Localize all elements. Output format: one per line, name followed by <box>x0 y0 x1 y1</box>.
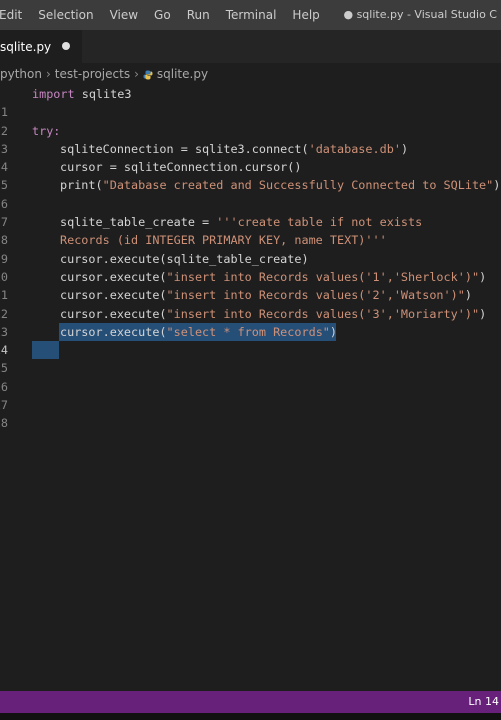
code-token: print( <box>60 178 103 193</box>
menu-view[interactable]: View <box>102 8 146 22</box>
breadcrumb: python › test-projects › sqlite.py <box>0 63 501 85</box>
breadcrumb-sqlite-py[interactable]: sqlite.py <box>157 67 208 81</box>
code-line[interactable]: 14 cursor.execute("select * from Records… <box>0 323 501 357</box>
code-token: cursor.execute( <box>60 288 167 303</box>
tab-label: sqlite.py <box>0 39 52 54</box>
code-line[interactable]: 9 Records (id INTEGER PRIMARY KEY, name … <box>0 231 501 265</box>
code-token: sqlite_table_create = <box>60 215 217 230</box>
code-token: "select * from Records" <box>166 324 330 339</box>
menu-bar: Edit Selection View Go Run Terminal Help… <box>0 0 501 30</box>
menu-terminal[interactable]: Terminal <box>218 8 285 22</box>
code-line[interactable]: 3 try: <box>0 122 501 156</box>
unsaved-dot-icon[interactable] <box>62 42 70 50</box>
code-line[interactable]: 18 <box>0 396 501 430</box>
code-token: sqliteConnection = sqlite3.connect( <box>60 141 309 156</box>
breadcrumb-test-projects[interactable]: test-projects <box>55 67 130 81</box>
code-token: "insert into Records values('2','Watson'… <box>166 288 465 303</box>
status-bar: Ln 14 <box>0 691 501 713</box>
code-line[interactable]: 13 cursor.execute("insert into Records v… <box>0 305 501 339</box>
code-token: cursor.execute( <box>60 324 167 339</box>
code-line[interactable]: 16 <box>0 359 501 394</box>
python-file-icon <box>143 70 153 80</box>
code-line[interactable]: 10 cursor.execute(sqlite_table_create) <box>0 250 501 284</box>
tab-sqlite-py[interactable]: sqlite.py <box>0 30 82 63</box>
code-token: ) <box>464 288 472 303</box>
code-token: import <box>32 87 75 101</box>
breadcrumb-python[interactable]: python <box>0 67 42 81</box>
code-line[interactable]: 17 <box>0 378 501 412</box>
tab-bar: sqlite.py <box>0 30 501 63</box>
code-token: Records (id INTEGER PRIMARY KEY, name TE… <box>60 233 387 248</box>
code-line[interactable]: 4 sqliteConnection = sqlite3.connect('da… <box>0 140 501 174</box>
code-token: "insert into Records values('1','Sherloc… <box>166 269 480 284</box>
code-editor[interactable]: 1 import sqlite3 2 3 try: 4 sqliteConnec… <box>0 85 501 430</box>
code-token: cursor.execute( <box>60 269 167 284</box>
code-line[interactable]: 2 <box>0 103 501 138</box>
code-token: cursor = sqliteConnection.cursor() <box>60 160 302 175</box>
line-number: 18 <box>0 416 8 431</box>
code-line[interactable]: 15 <box>0 341 501 375</box>
window-title: ● sqlite.py - Visual Studio C <box>343 8 497 21</box>
code-token: ) <box>400 141 409 156</box>
code-token: cursor.execute( <box>60 306 167 321</box>
taskbar <box>0 713 501 720</box>
menu-selection[interactable]: Selection <box>30 8 101 22</box>
code-line[interactable]: 11 cursor.execute("insert into Records v… <box>0 268 501 302</box>
cursor-position[interactable]: Ln 14 <box>468 695 499 708</box>
code-token: cursor.execute(sqlite_table_create) <box>60 251 309 266</box>
code-token: ) <box>493 178 501 193</box>
code-token: 'database.db' <box>308 141 401 156</box>
code-line[interactable]: 8 sqlite_table_create = '''create table … <box>0 213 501 247</box>
menu-edit[interactable]: Edit <box>0 8 30 22</box>
code-token: ) <box>479 269 487 284</box>
code-line[interactable]: 7 <box>0 195 501 229</box>
code-line[interactable]: 12 cursor.execute("insert into Records v… <box>0 286 501 320</box>
code-line[interactable]: 1 import sqlite3 <box>0 85 501 119</box>
chevron-right-icon: › <box>134 67 139 81</box>
code-token: "Database created and Successfully Conne… <box>102 178 494 193</box>
chevron-right-icon: › <box>45 67 51 81</box>
code-token: sqlite3 <box>74 87 132 101</box>
menu-run[interactable]: Run <box>179 8 218 22</box>
code-token: ) <box>479 306 487 321</box>
code-line[interactable]: 5 cursor = sqliteConnection.cursor() <box>0 158 501 192</box>
code-line[interactable]: 6 print("Database created and Successful… <box>0 176 501 210</box>
code-token: ) <box>329 324 338 339</box>
menu-go[interactable]: Go <box>146 8 179 22</box>
code-token: try: <box>32 123 61 138</box>
code-token: "insert into Records values('3','Moriart… <box>166 306 480 321</box>
code-token: '''create table if not exists <box>216 215 423 230</box>
menu-help[interactable]: Help <box>284 8 327 22</box>
